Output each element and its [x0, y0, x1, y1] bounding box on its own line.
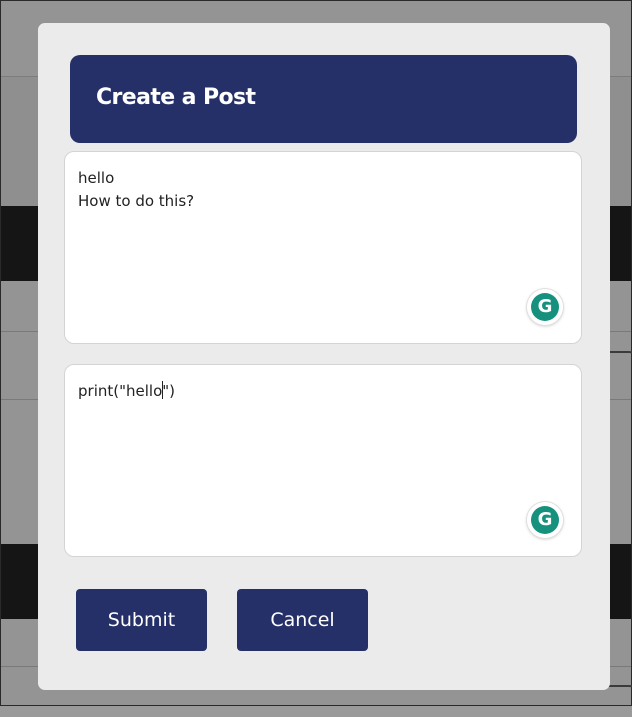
modal-header: Create a Post [70, 55, 577, 143]
background-icon [607, 685, 632, 717]
code-text-after-caret: ") [162, 382, 176, 400]
background-icon [607, 351, 632, 383]
grammarly-icon[interactable]: G [527, 502, 563, 538]
post-description-textarea[interactable]: hello How to do this? G [64, 151, 582, 344]
code-text-before-caret: print("hello [78, 382, 163, 400]
post-code-text: print("hello") [78, 380, 521, 403]
submit-button[interactable]: Submit [76, 589, 207, 651]
post-code-textarea[interactable]: print("hello") G [64, 364, 582, 557]
grammarly-icon-letter: G [537, 509, 553, 530]
post-description-line-2: How to do this? [78, 192, 195, 210]
cancel-button[interactable]: Cancel [237, 589, 368, 651]
post-description-line-1: hello [78, 169, 115, 187]
grammarly-icon-letter: G [537, 296, 553, 317]
create-post-modal: Create a Post hello How to do this? G pr… [38, 23, 610, 690]
post-description-text: hello How to do this? [78, 167, 521, 213]
modal-title: Create a Post [96, 85, 256, 110]
grammarly-icon[interactable]: G [527, 289, 563, 325]
